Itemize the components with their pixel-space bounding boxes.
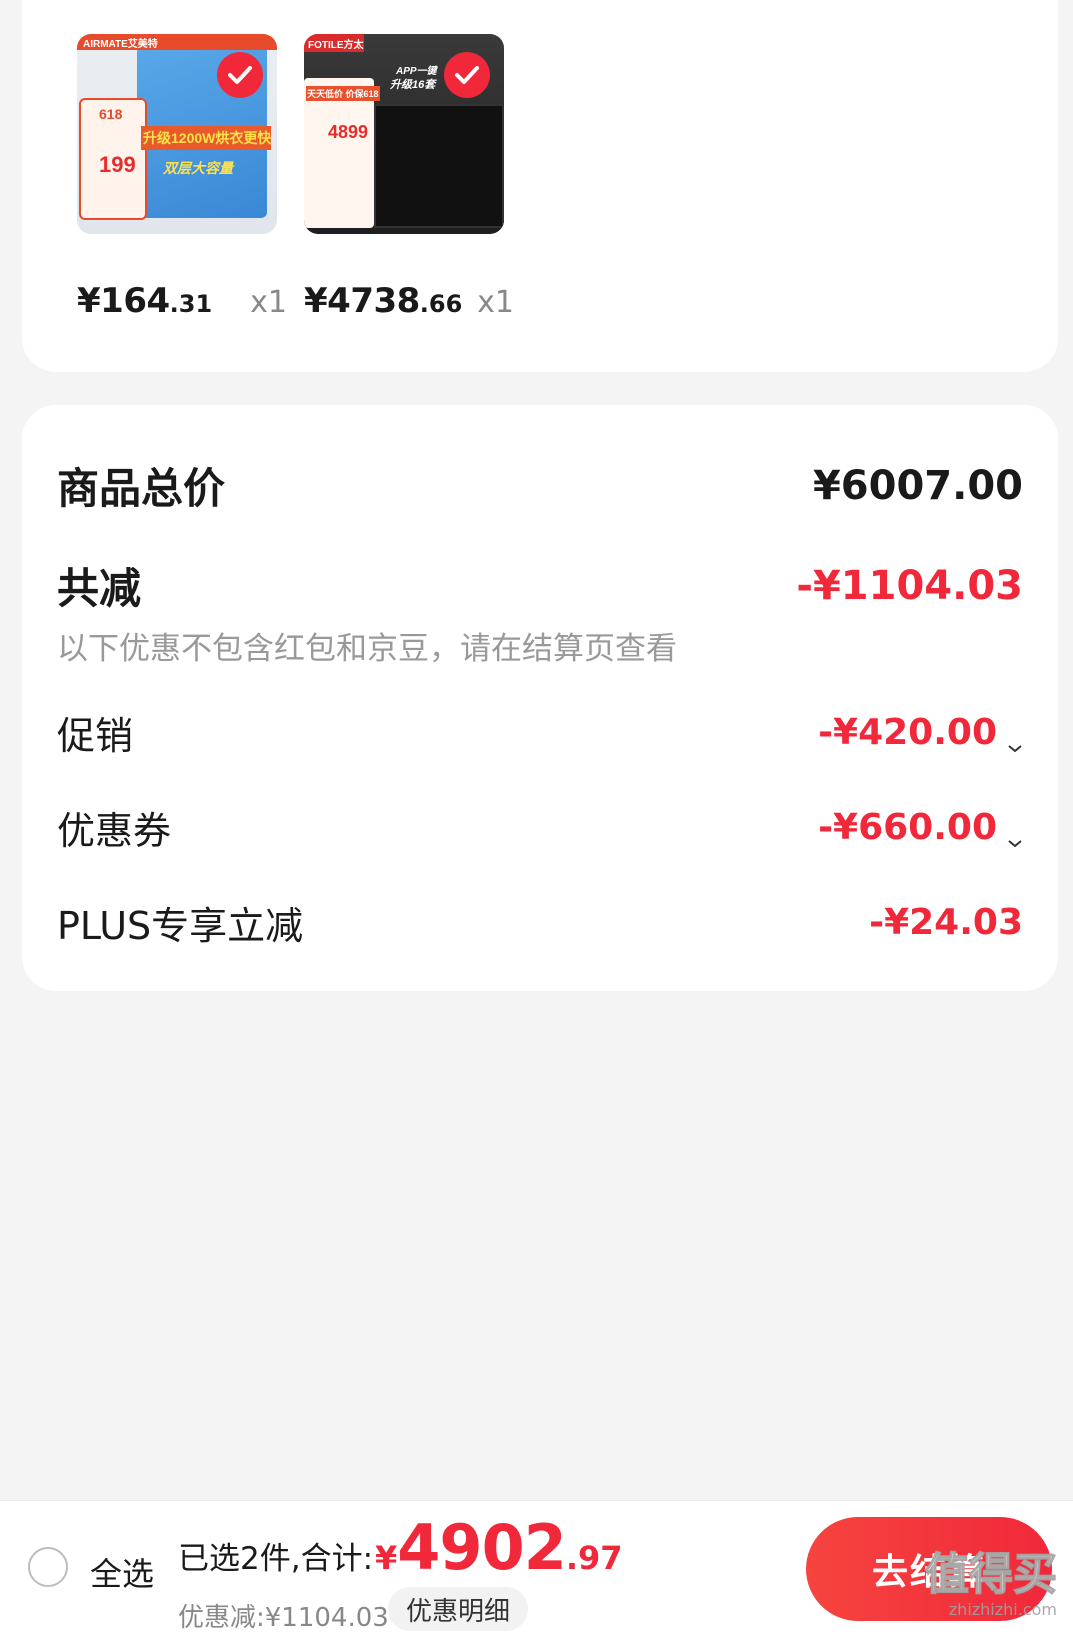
checkout-button[interactable]: 去结算 — [806, 1517, 1052, 1621]
total-reduction-value: -¥1104.03 — [796, 562, 1023, 609]
promo-line1: 升级1200W烘衣更快 — [143, 130, 272, 146]
product-price-row: ¥164 .31 x1 — [77, 281, 287, 331]
product-thumbnail[interactable]: FOTILE方太 天天低价 价保618 4899 APP一键 升级16套 — [304, 34, 504, 234]
selected-check-icon[interactable] — [217, 52, 263, 98]
plus-discount-label: PLUS专享立减 — [57, 904, 304, 948]
product-price-decimal: .31 — [169, 290, 213, 318]
promotion-value-group[interactable]: -¥420.00 — [818, 712, 1023, 753]
total-amount: 4902 — [397, 1511, 567, 1584]
total-prefix: 已选2件,合计: — [178, 1541, 374, 1577]
product-quantity: x1 — [250, 285, 287, 320]
selected-check-icon[interactable] — [444, 52, 490, 98]
product-price-row: ¥4738 .66 x1 — [304, 281, 514, 331]
promo-badge: 天天低价 价保618 — [306, 86, 380, 101]
chevron-down-icon[interactable] — [1007, 725, 1023, 752]
product-price-decimal: .66 — [419, 290, 463, 318]
discount-summary: 优惠减:¥1104.03 — [178, 1603, 389, 1633]
promo-price: 4899 — [328, 122, 369, 142]
total-line: 已选2件,合计: ¥ 4902 .97 — [178, 1511, 623, 1584]
promotion-value: -¥420.00 — [818, 712, 997, 753]
selected-products-card: AIRMATE艾美特 618 199 升级1200W烘衣更快 双层大容量 ¥16… — [22, 0, 1058, 372]
promo-badge: 618 — [99, 106, 123, 122]
product-brand: AIRMATE艾美特 — [83, 39, 158, 50]
total-amount-decimal: .97 — [565, 1539, 623, 1577]
coupon-label: 优惠券 — [57, 809, 172, 853]
discount-detail-button[interactable]: 优惠明细 — [388, 1587, 528, 1631]
promotion-label: 促销 — [57, 714, 134, 758]
discount-row-plus: PLUS专享立减 -¥24.03 — [57, 895, 1023, 950]
product-price: ¥164 — [77, 281, 170, 321]
price-summary-card: 商品总价 ¥6007.00 共减 -¥1104.03 以下优惠不包含红包和京豆，… — [22, 405, 1058, 991]
product-price: ¥4738 — [304, 281, 420, 321]
plus-discount-value: -¥24.03 — [869, 902, 1023, 943]
promo-line1: APP一键 — [396, 66, 437, 77]
product-thumbnail[interactable]: AIRMATE艾美特 618 199 升级1200W烘衣更快 双层大容量 — [77, 34, 277, 234]
select-all-label[interactable]: 全选 — [90, 1549, 154, 1595]
total-price-value: ¥6007.00 — [812, 462, 1023, 509]
checkout-bar: 全选 已选2件,合计: ¥ 4902 .97 优惠减:¥1104.03 优惠明细… — [0, 1500, 1073, 1635]
total-reduction-label: 共减 — [57, 564, 142, 613]
product-item-dishwasher[interactable]: FOTILE方太 天天低价 价保618 4899 APP一键 升级16套 ¥47… — [304, 34, 514, 321]
total-currency: ¥ — [375, 1539, 398, 1577]
select-all-radio[interactable] — [28, 1547, 68, 1587]
product-quantity: x1 — [477, 285, 514, 320]
total-reduction-row: 共减 -¥1104.03 — [57, 555, 1023, 616]
coupon-value-group[interactable]: -¥660.00 — [818, 807, 1023, 848]
product-brand: FOTILE方太 — [308, 40, 364, 51]
promo-line2: 双层大容量 — [163, 160, 233, 176]
coupon-value: -¥660.00 — [818, 807, 997, 848]
promo-price: 199 — [99, 152, 136, 177]
total-price-label: 商品总价 — [57, 464, 226, 513]
chevron-down-icon[interactable] — [1007, 820, 1023, 847]
discount-note: 以下优惠不包含红包和京豆，请在结算页查看 — [57, 631, 677, 667]
discount-row-coupon[interactable]: 优惠券 -¥660.00 — [57, 800, 1023, 855]
discount-row-promotion[interactable]: 促销 -¥420.00 — [57, 705, 1023, 760]
promo-line2: 升级16套 — [390, 79, 436, 91]
total-price-row: 商品总价 ¥6007.00 — [57, 455, 1023, 516]
product-item-dryer[interactable]: AIRMATE艾美特 618 199 升级1200W烘衣更快 双层大容量 ¥16… — [77, 34, 287, 321]
